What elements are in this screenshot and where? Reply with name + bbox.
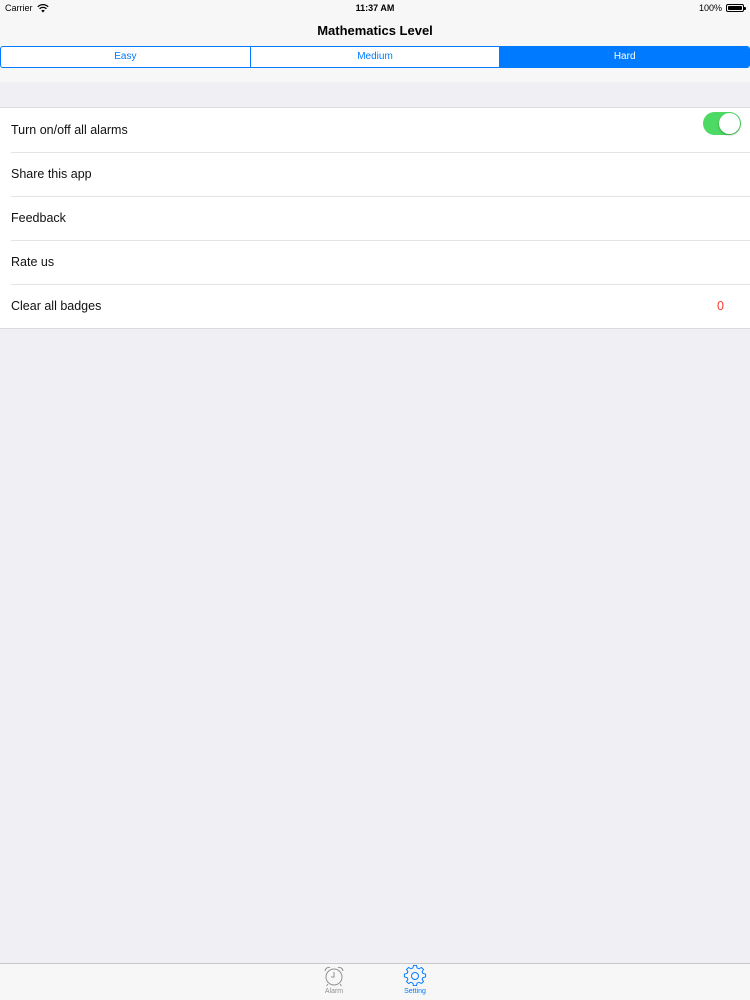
nav-header: Mathematics Level Easy Medium Hard [0,16,750,82]
toggle-knob [719,113,740,134]
gear-icon [403,965,427,987]
feedback-label: Feedback [11,211,66,225]
rate-us-row[interactable]: Rate us [0,240,750,284]
status-right: 100% [698,0,746,16]
clear-badges-row[interactable]: Clear all badges 0 [0,284,750,328]
battery-icon [726,4,746,12]
alarms-toggle-row: Turn on/off all alarms [0,108,750,152]
tab-alarm-label: Alarm [324,988,344,995]
tab-setting[interactable]: Setting [390,965,440,999]
share-app-row[interactable]: Share this app [0,152,750,196]
share-app-label: Share this app [11,167,92,181]
alarm-clock-icon [324,966,344,987]
status-bar: Carrier 11:37 AM 100% [0,0,750,16]
feedback-row[interactable]: Feedback [0,196,750,240]
settings-list: Turn on/off all alarms Share this app Fe… [0,107,750,329]
clear-badges-label: Clear all badges [11,299,102,313]
battery-percent: 100% [698,3,722,13]
level-segmented-control: Easy Medium Hard [0,46,750,68]
badge-count: 0 [717,299,724,313]
tab-alarm[interactable]: Alarm [309,965,359,999]
tab-setting-label: Setting [404,988,426,995]
alarms-toggle-switch[interactable] [703,112,741,135]
status-time: 11:37 AM [355,3,395,13]
segment-easy[interactable]: Easy [1,47,251,67]
page-title: Mathematics Level [317,23,433,38]
segment-medium[interactable]: Medium [251,47,501,67]
rate-us-label: Rate us [11,255,55,269]
alarms-toggle-label: Turn on/off all alarms [11,123,128,137]
segment-hard[interactable]: Hard [500,47,749,67]
tab-bar: Alarm Setting [0,963,750,1000]
